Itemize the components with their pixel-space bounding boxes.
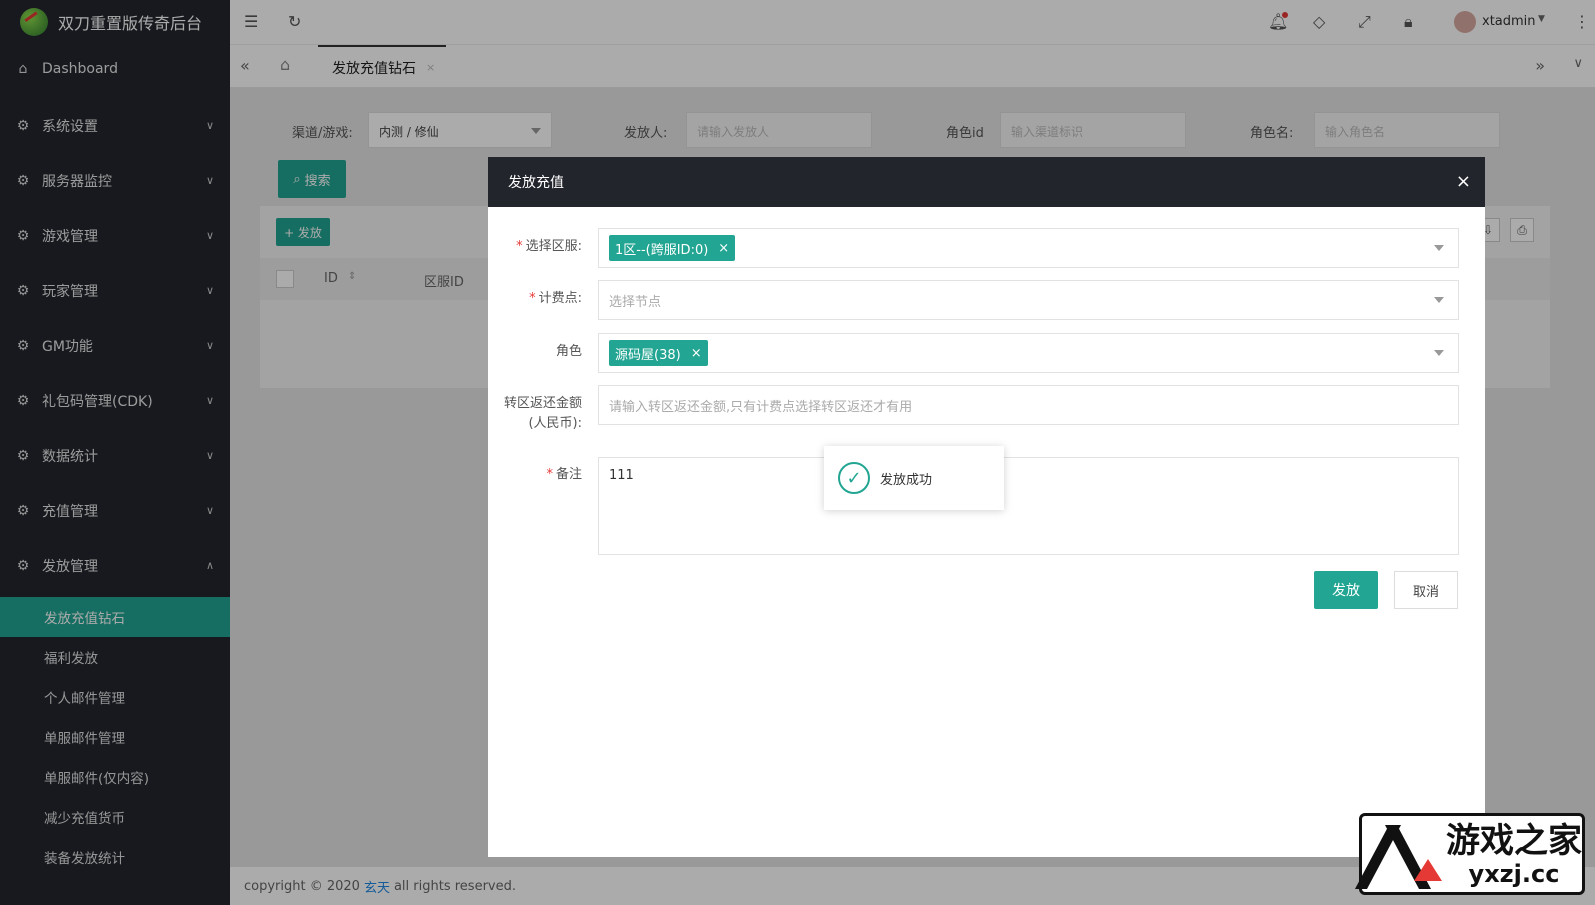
modal-title: 发放充值 [508, 175, 564, 191]
watermark-name: 游戏之家 [1446, 821, 1582, 861]
tag-close-icon[interactable]: × [718, 241, 729, 256]
close-icon[interactable]: × [1456, 171, 1471, 192]
caret-down-icon [1434, 297, 1444, 303]
refund-label: 转区返还金额(人民币): [503, 396, 582, 431]
note-value: 111 [609, 468, 634, 483]
billing-select[interactable]: 选择节点 [598, 280, 1459, 320]
role-label: 角色 [555, 344, 582, 359]
billing-placeholder: 选择节点 [609, 294, 662, 310]
server-select[interactable]: 1区--(跨服ID:0) × [598, 228, 1459, 268]
check-circle-icon: ✓ [838, 462, 870, 494]
refund-input[interactable]: 请输入转区返还金额,只有计费点选择转区返还才有用 [598, 385, 1459, 425]
toast-message: 发放成功 [880, 472, 933, 488]
tag-close-icon[interactable]: × [691, 346, 702, 361]
modal-header: 发放充值 × [488, 157, 1485, 207]
watermark-domain: yxzj.cc [1468, 860, 1560, 888]
cancel-button[interactable]: 取消 [1394, 571, 1458, 609]
success-toast: ✓ 发放成功 [824, 446, 1004, 510]
note-textarea[interactable]: 111 [598, 457, 1459, 555]
server-label: * 选择区服: [516, 239, 582, 254]
role-select[interactable]: 源码屋(38) × [598, 333, 1459, 373]
billing-label: * 计费点: [529, 291, 582, 306]
caret-down-icon [1434, 350, 1444, 356]
yx-logo-icon [1354, 819, 1442, 889]
refund-placeholder: 请输入转区返还金额,只有计费点选择转区返还才有用 [609, 399, 913, 415]
role-tag: 源码屋(38) × [609, 340, 708, 366]
watermark-logo: 游戏之家 yxzj.cc [1354, 813, 1585, 895]
server-tag: 1区--(跨服ID:0) × [609, 235, 736, 261]
caret-down-icon [1434, 245, 1444, 251]
note-label: * 备注 [546, 467, 582, 482]
submit-button[interactable]: 发放 [1314, 571, 1378, 609]
